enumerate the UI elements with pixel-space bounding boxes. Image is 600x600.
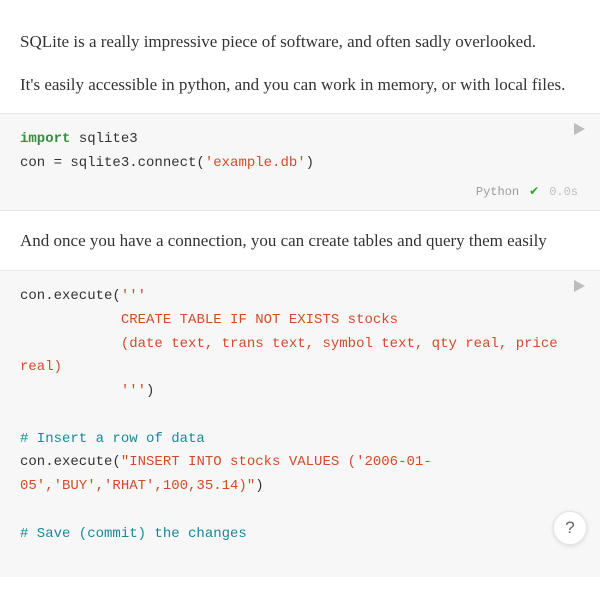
token-keyword: import — [20, 131, 70, 147]
token-string: CREATE TABLE IF NOT EXISTS stocks — [20, 312, 398, 328]
cell-runtime: 0.0s — [549, 182, 578, 202]
run-button-1[interactable] — [572, 122, 586, 136]
code-block-2[interactable]: con.execute(''' CREATE TABLE IF NOT EXIS… — [20, 285, 580, 547]
question-icon: ? — [565, 518, 574, 538]
run-button-2[interactable] — [572, 279, 586, 293]
token: con.execute( — [20, 454, 121, 470]
token: sqlite3 — [70, 131, 137, 147]
token-comment: # Save (commit) the changes — [20, 526, 247, 542]
code-cell-2: con.execute(''' CREATE TABLE IF NOT EXIS… — [0, 270, 600, 577]
token: con.execute( — [20, 288, 121, 304]
token: ) — [146, 383, 154, 399]
help-button[interactable]: ? — [553, 511, 587, 545]
token: con = sqlite3.connect( — [20, 155, 205, 171]
cell-meta-1: Python ✔ 0.0s — [20, 176, 580, 202]
token: ) — [306, 155, 314, 171]
token-string: ''' — [121, 288, 146, 304]
check-icon: ✔ — [529, 182, 539, 202]
code-block-1[interactable]: import sqlite3 con = sqlite3.connect('ex… — [20, 128, 580, 176]
paragraph-3: And once you have a connection, you can … — [20, 229, 580, 254]
code-cell-1: import sqlite3 con = sqlite3.connect('ex… — [0, 113, 600, 211]
token-comment: # Insert a row of data — [20, 431, 205, 447]
paragraph-2: It's easily accessible in python, and yo… — [20, 73, 580, 98]
token-string: 'example.db' — [205, 155, 306, 171]
cell-language: Python — [476, 182, 519, 202]
token-string: (date text, trans text, symbol text, qty… — [20, 336, 566, 376]
paragraph-1: SQLite is a really impressive piece of s… — [20, 30, 580, 55]
play-icon — [572, 279, 586, 293]
token: ) — [255, 478, 263, 494]
play-icon — [572, 122, 586, 136]
token-string: ''' — [20, 383, 146, 399]
